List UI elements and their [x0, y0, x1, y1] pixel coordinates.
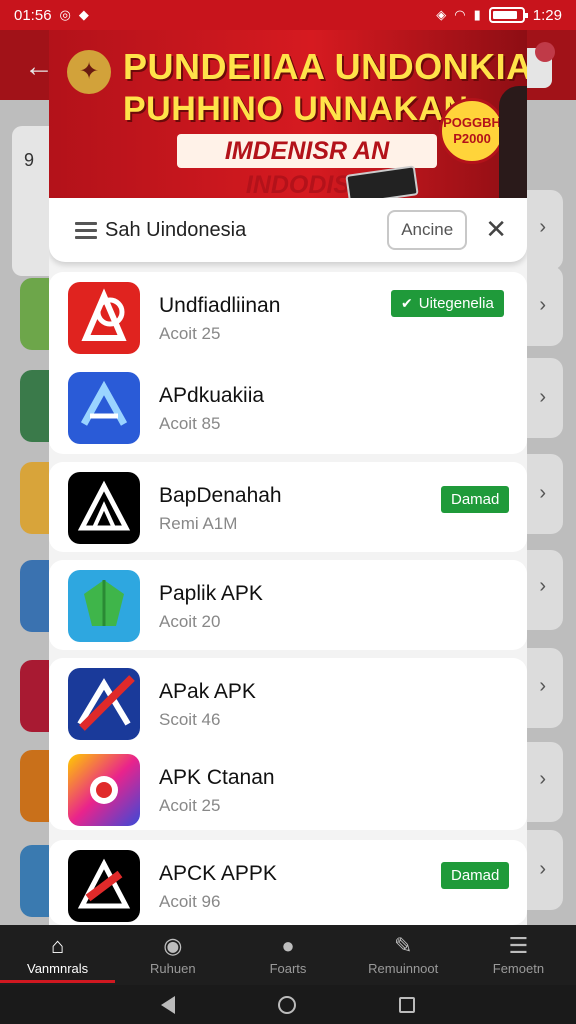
- list-item[interactable]: APak APK Scoit 46: [49, 658, 527, 748]
- sync-icon: ◎: [59, 7, 71, 22]
- banner-people-image: [499, 86, 527, 198]
- background-app-tile: [20, 750, 52, 822]
- app-subtitle: Acoit 25: [159, 796, 221, 815]
- garuda-emblem-icon: ✦: [67, 50, 111, 94]
- nav-item-home[interactable]: ⌂ Vanmnrals: [0, 925, 116, 985]
- list-item[interactable]: APCK APPK Acoit 96 Damad: [49, 840, 527, 925]
- person-icon: ●: [281, 932, 295, 958]
- chevron-right-icon: ›: [539, 675, 546, 697]
- chevron-right-icon: ›: [539, 294, 546, 316]
- check-icon: ✔: [401, 295, 413, 311]
- stack-icon: ☰: [508, 932, 529, 958]
- status-time-left: 01:56: [14, 6, 52, 24]
- app-subtitle: Scoit 46: [159, 710, 221, 729]
- signal-icon: ▮: [473, 7, 481, 22]
- list-item[interactable]: APdkuakiia Acoit 85: [49, 362, 527, 452]
- app-name: BapDenahah: [159, 484, 282, 507]
- nav-item-more[interactable]: ☰ Femoetn: [461, 925, 576, 985]
- list-item[interactable]: Paplik APK Acoit 20: [49, 560, 527, 650]
- bottom-nav: ⌂ Vanmnrals ◉ Ruhuen ● Foarts ✎ Remuinno…: [0, 925, 576, 985]
- app-icon-5: [68, 754, 140, 826]
- status-badge: Damad: [441, 862, 510, 889]
- camera-icon: ◉: [163, 932, 183, 958]
- app-name: APK Ctanan: [159, 766, 275, 789]
- app-icon-4: [68, 668, 140, 740]
- app-icon-1: [68, 372, 140, 444]
- nav-item-profile[interactable]: ● Foarts: [230, 925, 345, 985]
- promo-banner[interactable]: ✦ PUNDEIIAA UNDONKIAN PUHHINO UNNAKAN IM…: [49, 30, 527, 198]
- status-time-right: 1:29: [532, 6, 562, 24]
- home-icon: ⌂: [50, 932, 65, 958]
- nav-item-camera[interactable]: ◉ Ruhuen: [115, 925, 230, 985]
- close-icon[interactable]: ✕: [485, 215, 507, 245]
- background-app-tile: [20, 462, 52, 534]
- action-button[interactable]: Ancine: [387, 210, 468, 250]
- status-badge-label: Damad: [451, 491, 500, 508]
- status-bar: 01:56 ◎ ◆ ◈ ◠ ▮ 1:29: [0, 0, 576, 30]
- list-item[interactable]: BapDenahah Remi A1M Damad: [49, 462, 527, 552]
- status-badge-label: Uitegenelia: [418, 295, 494, 312]
- background-card: 9: [12, 126, 52, 276]
- nav-label: Ruhuen: [150, 960, 196, 976]
- search-card: Sah Uindonesia Ancine ✕: [49, 198, 527, 262]
- chevron-right-icon: ›: [539, 768, 546, 790]
- app-name: APCK APPK: [159, 862, 277, 885]
- app-name: Paplik APK: [159, 582, 263, 605]
- banner-badge: POGGBH P2000: [439, 98, 505, 164]
- app-icon-3: [68, 570, 140, 642]
- shield-icon: ◆: [78, 7, 89, 22]
- app-subtitle: Acoit 20: [159, 612, 221, 631]
- background-app-tile: [20, 560, 52, 632]
- background-card-text: 9: [24, 150, 35, 170]
- app-name: APak APK: [159, 680, 256, 703]
- nav-item-tools[interactable]: ✎ Remuinnoot: [346, 925, 461, 985]
- app-name: APdkuakiia: [159, 384, 265, 407]
- background-app-tile: [20, 370, 52, 442]
- app-subtitle: Acoit 25: [159, 324, 221, 343]
- banner-line-1: PUNDEIIAA UNDONKIAN: [123, 46, 527, 87]
- chevron-right-icon: ›: [539, 858, 546, 880]
- status-badge: Damad: [441, 486, 510, 513]
- app-subtitle: Remi A1M: [159, 514, 238, 533]
- chevron-right-icon: ›: [539, 482, 546, 504]
- chevron-right-icon: ›: [539, 216, 546, 238]
- wrench-icon: ✎: [393, 932, 413, 958]
- back-triangle-icon[interactable]: [161, 995, 176, 1014]
- notification-badge: [535, 42, 555, 62]
- app-icon-6: [68, 850, 140, 922]
- banner-line-2: PUHHINO UNNAKAN: [123, 90, 469, 128]
- nav-label: Foarts: [269, 960, 307, 976]
- list-item[interactable]: APK Ctanan Acoit 25: [49, 744, 527, 834]
- background-app-tile: [20, 278, 52, 350]
- recents-square-icon[interactable]: [398, 996, 415, 1013]
- system-nav-bar: [0, 985, 576, 1024]
- chevron-right-icon: ›: [539, 386, 546, 408]
- app-subtitle: Acoit 85: [159, 414, 221, 433]
- nav-label: Vanmnrals: [27, 960, 89, 976]
- app-list-sheet: ✦ PUNDEIIAA UNDONKIAN PUHHINO UNNAKAN IM…: [49, 30, 527, 925]
- app-subtitle: Acoit 96: [159, 892, 221, 911]
- list-item[interactable]: Undfiadliinan Acoit 25 ✔ Uitegenelia: [49, 272, 527, 362]
- app-icon-0: [68, 282, 140, 354]
- home-circle-icon[interactable]: [277, 995, 296, 1014]
- battery-icon: [488, 7, 528, 23]
- wifi-icon: ◠: [454, 7, 466, 22]
- banner-line-3: IMDENISR AN INDODISH: [177, 134, 437, 198]
- app-list: Undfiadliinan Acoit 25 ✔ Uitegenelia APd…: [49, 262, 527, 925]
- notification-icon: ◈: [436, 7, 447, 22]
- nav-label: Femoetn: [492, 960, 545, 976]
- app-name: Undfiadliinan: [159, 294, 281, 317]
- chevron-right-icon: ›: [539, 575, 546, 597]
- background-app-tile: [20, 845, 52, 917]
- status-badge-label: Damad: [451, 867, 500, 884]
- list-icon: [75, 221, 97, 239]
- background-app-tile: [20, 660, 52, 732]
- nav-label: Remuinnoot: [368, 960, 439, 976]
- app-icon-2: [68, 472, 140, 544]
- status-badge: ✔ Uitegenelia: [391, 290, 504, 317]
- search-title: Sah Uindonesia: [105, 218, 247, 241]
